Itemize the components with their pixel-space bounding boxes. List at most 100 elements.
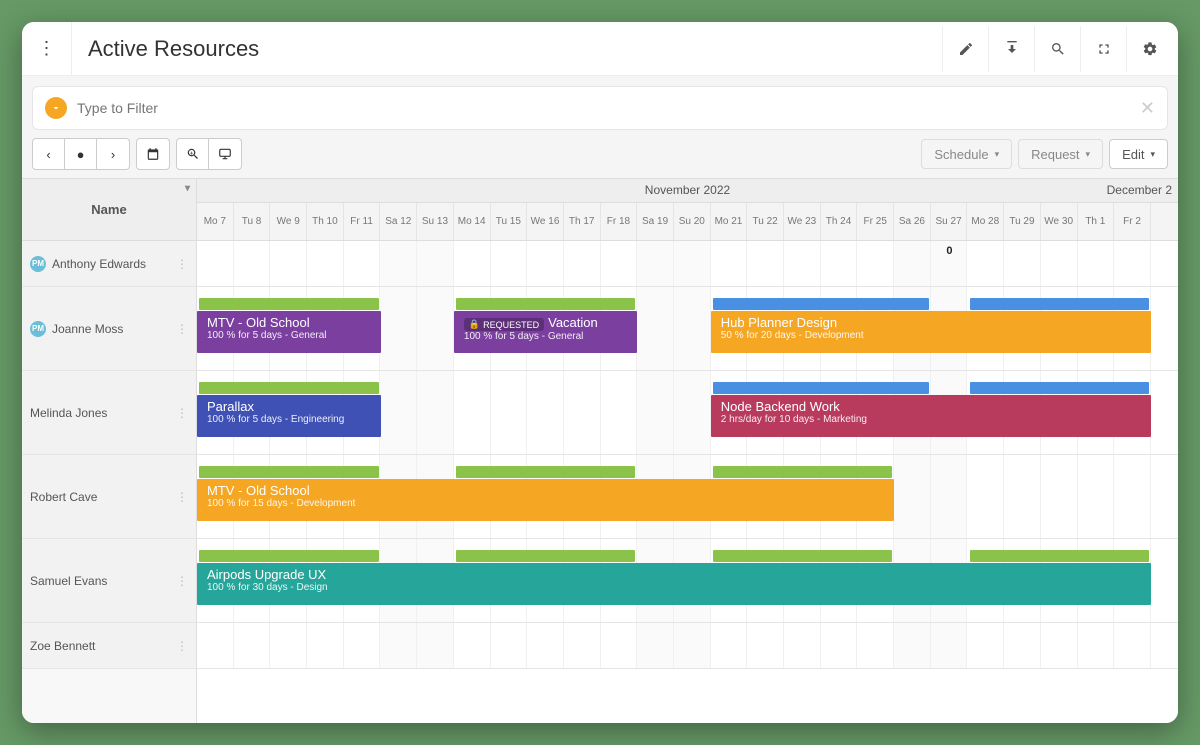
day-cell: Fr 25 (857, 203, 894, 240)
resource-name: Samuel Evans (30, 574, 107, 588)
row-menu-icon[interactable]: ⋮ (176, 490, 188, 504)
day-cell: Fr 18 (601, 203, 638, 240)
app-window: ⋮ Active Resources ✕ ‹ ● › (22, 22, 1178, 723)
booking-bar[interactable]: MTV - Old School100 % for 5 days - Gener… (197, 311, 381, 353)
resource-name: Joanne Moss (52, 322, 123, 336)
track-row[interactable]: Parallax100 % for 5 days - Engineering No… (197, 371, 1178, 455)
edit-dropdown[interactable]: Edit▾ (1109, 139, 1168, 169)
day-cell: We 16 (527, 203, 564, 240)
availability-segment (456, 550, 636, 562)
availability-segment (713, 466, 893, 478)
row-menu-icon[interactable]: ⋮ (176, 257, 188, 271)
day-cell: Sa 19 (637, 203, 674, 240)
display-icon[interactable] (209, 139, 241, 169)
booking-title: Parallax (207, 399, 371, 414)
resource-row[interactable]: Melinda Jones⋮ (22, 371, 196, 455)
day-cell: Fr 2 (1114, 203, 1151, 240)
availability-segment (970, 550, 1150, 562)
row-menu-icon[interactable]: ⋮ (176, 639, 188, 653)
booking-subtitle: 50 % for 20 days - Development (721, 330, 1141, 341)
day-cell: We 30 (1041, 203, 1078, 240)
track-row[interactable]: 0 (197, 241, 1178, 287)
booking-subtitle: 100 % for 15 days - Development (207, 498, 884, 509)
availability-segment (713, 550, 893, 562)
nav-group: ‹ ● › (32, 138, 130, 170)
today-button[interactable]: ● (65, 139, 97, 169)
search-icon[interactable] (1034, 26, 1080, 72)
resource-row[interactable]: Robert Cave⋮ (22, 455, 196, 539)
day-cell: Tu 29 (1004, 203, 1041, 240)
day-cell: Sa 12 (380, 203, 417, 240)
resource-name: Zoe Bennett (30, 639, 95, 653)
row-menu-icon[interactable]: ⋮ (176, 574, 188, 588)
day-cell: Th 17 (564, 203, 601, 240)
fullscreen-icon[interactable] (1080, 26, 1126, 72)
track-row[interactable]: MTV - Old School100 % for 15 days - Deve… (197, 455, 1178, 539)
day-cell: Tu 8 (234, 203, 271, 240)
day-cell: Mo 7 (197, 203, 234, 240)
filter-bar: ✕ (32, 86, 1168, 130)
resource-row[interactable]: PM Joanne Moss ⋮ (22, 287, 196, 371)
name-header: ▾ Name (22, 179, 196, 241)
day-cell: Th 10 (307, 203, 344, 240)
day-cell: Tu 22 (747, 203, 784, 240)
booking-bar[interactable]: Airpods Upgrade UX100 % for 30 days - De… (197, 563, 1151, 605)
row-menu-icon[interactable]: ⋮ (176, 406, 188, 420)
track-row[interactable]: Airpods Upgrade UX100 % for 30 days - De… (197, 539, 1178, 623)
schedule-label: Schedule (934, 147, 988, 162)
booking-title: Airpods Upgrade UX (207, 567, 1141, 582)
schedule-dropdown[interactable]: Schedule▾ (921, 139, 1012, 169)
view-group (136, 138, 170, 170)
resource-row[interactable]: PMAnthony Edwards⋮ (22, 241, 196, 287)
request-dropdown[interactable]: Request▾ (1018, 139, 1103, 169)
booking-subtitle: 2 hrs/day for 10 days - Marketing (721, 414, 1141, 425)
settings-gear-icon[interactable] (1126, 26, 1172, 72)
track-row[interactable] (197, 623, 1178, 669)
filter-input[interactable] (77, 100, 1140, 116)
track-row[interactable]: MTV - Old School100 % for 5 days - Gener… (197, 287, 1178, 371)
filter-clear-icon[interactable]: ✕ (1140, 98, 1155, 119)
booking-bar[interactable]: Parallax100 % for 5 days - Engineering (197, 395, 381, 437)
resource-row[interactable]: Zoe Bennett ⋮ (22, 623, 196, 669)
booking-subtitle: 100 % for 30 days - Design (207, 582, 1141, 593)
prev-button[interactable]: ‹ (33, 139, 65, 169)
calendar-icon[interactable] (137, 139, 169, 169)
requested-badge: 🔒 REQUESTED (464, 318, 544, 331)
booking-title: MTV - Old School (207, 483, 884, 498)
booking-bar[interactable]: MTV - Old School100 % for 15 days - Deve… (197, 479, 894, 521)
booking-bar[interactable]: 🔒 REQUESTEDVacation100 % for 5 days - Ge… (454, 311, 638, 353)
resource-row[interactable]: Samuel Evans ⋮ (22, 539, 196, 623)
booking-title: Node Backend Work (721, 399, 1141, 414)
day-cell: Th 24 (821, 203, 858, 240)
zero-marker: 0 (946, 245, 952, 257)
availability-segment (713, 382, 929, 394)
availability-segment (456, 466, 636, 478)
timeline-grid[interactable]: November 2022 December 2 Mo 7Tu 8We 9Th … (197, 179, 1178, 723)
resource-name: Anthony Edwards (52, 257, 146, 271)
menu-dots-button[interactable]: ⋮ (22, 22, 72, 75)
booking-bar[interactable]: Node Backend Work2 hrs/day for 10 days -… (711, 395, 1151, 437)
page-title: Active Resources (72, 36, 942, 62)
booking-title: MTV - Old School (207, 315, 371, 330)
availability-segment (713, 298, 929, 310)
download-icon[interactable] (988, 26, 1034, 72)
edit-pencil-icon[interactable] (942, 26, 988, 72)
booking-subtitle: 100 % for 5 days - Engineering (207, 414, 371, 425)
day-cell: We 23 (784, 203, 821, 240)
month-label-nov: November 2022 (645, 183, 730, 197)
availability-segment (456, 298, 636, 310)
availability-segment (199, 298, 379, 310)
booking-bar[interactable]: Hub Planner Design50 % for 20 days - Dev… (711, 311, 1151, 353)
day-header: Mo 7Tu 8We 9Th 10Fr 11Sa 12Su 13Mo 14Tu … (197, 203, 1178, 241)
day-cell: Mo 28 (967, 203, 1004, 240)
next-button[interactable]: › (97, 139, 129, 169)
day-cell: Tu 15 (491, 203, 528, 240)
availability-segment (199, 466, 379, 478)
day-cell: Sa 26 (894, 203, 931, 240)
row-menu-icon[interactable]: ⋮ (176, 322, 188, 336)
column-expand-icon[interactable]: ▾ (185, 183, 190, 194)
zoom-in-icon[interactable] (177, 139, 209, 169)
filter-expand-icon[interactable] (45, 97, 67, 119)
day-cell: Th 1 (1078, 203, 1115, 240)
pm-badge: PM (30, 321, 46, 337)
